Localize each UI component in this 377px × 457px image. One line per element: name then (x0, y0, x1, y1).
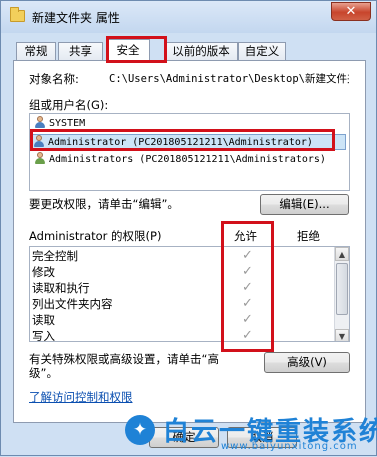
tab-general[interactable]: 常规 (16, 42, 56, 61)
tab-previous-versions[interactable]: 以前的版本 (164, 42, 238, 61)
user-icon (34, 116, 46, 128)
permission-row: 读取 ✓ (32, 312, 253, 327)
deny-header: 拒绝 (297, 229, 320, 243)
watermark: ✦ 白云一键重装系统 www.baiyunxitong.com (121, 411, 377, 457)
object-name-value: C:\Users\Administrator\Desktop\新建文件夹 (109, 73, 349, 85)
object-name-label: 对象名称: (29, 72, 79, 86)
allow-header: 允许 (234, 229, 257, 243)
close-button[interactable]: ✕ (331, 2, 371, 21)
check-icon: ✓ (242, 264, 253, 279)
bird-logo-icon: ✦ (125, 415, 155, 445)
advanced-button[interactable]: 高级(V) (264, 352, 350, 373)
check-icon: ✓ (242, 248, 253, 263)
scroll-up-icon[interactable]: ▲ (335, 247, 349, 261)
tab-security[interactable]: 安全 (106, 39, 150, 62)
title-bar[interactable]: 新建文件夹 属性 ✕ (1, 1, 376, 33)
watermark-url: www.baiyunxitong.com (221, 441, 358, 452)
permission-row: 读取和执行 ✓ (32, 280, 253, 295)
access-control-link[interactable]: 了解访问控制和权限 (29, 389, 133, 405)
check-icon: ✓ (242, 296, 253, 311)
tab-customize[interactable]: 自定义 (238, 42, 286, 61)
edit-button[interactable]: 编辑(E)... (260, 194, 349, 215)
users-listbox[interactable]: SYSTEM Administrator (PC201805121211\Adm… (29, 113, 350, 191)
advanced-text-line2: 级”。 (29, 366, 58, 380)
permission-row: 修改 ✓ (32, 264, 253, 279)
folder-icon (10, 7, 25, 22)
tab-sharing[interactable]: 共享 (58, 42, 103, 61)
check-icon: ✓ (242, 328, 253, 342)
check-icon: ✓ (242, 312, 253, 327)
permission-row: 列出文件夹内容 ✓ (32, 296, 253, 311)
scroll-thumb[interactable] (336, 263, 348, 315)
list-item-system[interactable]: SYSTEM (34, 116, 85, 132)
scroll-down-icon[interactable]: ▼ (335, 329, 349, 341)
groups-label: 组或用户名(G): (29, 98, 109, 112)
permission-row: 完全控制 ✓ (32, 248, 253, 263)
permissions-header-label: Administrator 的权限(P) (29, 229, 162, 243)
list-item-administrators[interactable]: Administrators (PC201805121211\Administr… (34, 152, 326, 168)
user-icon (33, 135, 45, 147)
group-icon (34, 152, 46, 164)
permissions-scrollbar[interactable]: ▲ ▼ (334, 247, 349, 341)
properties-window: 新建文件夹 属性 ✕ 常规 共享 安全 以前的版本 自定义 对象名称: C:\U… (0, 0, 377, 456)
permissions-list: 完全控制 ✓ 修改 ✓ 读取和执行 ✓ 列出文件夹内容 ✓ 读取 ✓ 写入 ✓ ▲ ▼ (29, 246, 350, 342)
check-icon: ✓ (242, 280, 253, 295)
change-perms-text: 要更改权限，请单击“编辑”。 (29, 197, 179, 211)
permission-row: 写入 ✓ (32, 328, 253, 342)
list-item-administrator[interactable]: Administrator (PC201805121211\Administra… (32, 134, 346, 150)
window-title: 新建文件夹 属性 (32, 11, 120, 25)
